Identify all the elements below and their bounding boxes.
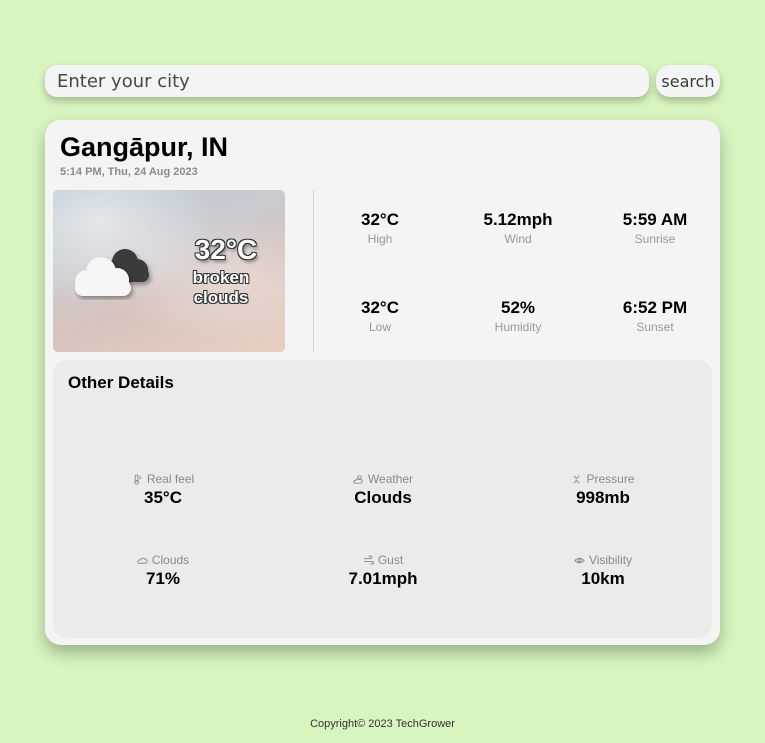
stat-label: Wind bbox=[504, 232, 532, 246]
stat-value: 32°C bbox=[361, 298, 399, 317]
stat-value: 6:52 PM bbox=[622, 298, 688, 317]
stat-sunset: 6:52 PM Sunset bbox=[600, 298, 710, 334]
detail-label: Weather bbox=[367, 472, 414, 486]
wind-icon bbox=[363, 554, 374, 565]
stat-label: Sunrise bbox=[634, 232, 676, 246]
current-temperature: 32°C bbox=[194, 234, 258, 265]
search-button[interactable]: search bbox=[656, 65, 720, 97]
detail-real-feel: Real feel 35°C bbox=[83, 472, 243, 508]
city-name: Gangāpur, IN bbox=[60, 132, 229, 162]
detail-value: 10km bbox=[581, 569, 625, 588]
other-details-panel: Other Details Real feel 35°C Weather Clo… bbox=[53, 360, 712, 638]
stat-value: 32°C bbox=[361, 210, 399, 229]
detail-weather: Weather Clouds bbox=[303, 472, 463, 508]
stat-label: High bbox=[367, 232, 393, 246]
detail-gust: Gust 7.01mph bbox=[303, 553, 463, 589]
stat-label: Sunset bbox=[636, 320, 674, 334]
eye-icon bbox=[574, 557, 585, 563]
footer-copyright: Copyright© 2023 TechGrower bbox=[310, 718, 455, 730]
detail-value: 71% bbox=[145, 569, 181, 588]
weather-description: broken clouds bbox=[192, 268, 250, 307]
detail-value: 7.01mph bbox=[348, 569, 418, 588]
detail-label: Clouds bbox=[151, 553, 190, 567]
detail-clouds: Clouds 71% bbox=[83, 553, 243, 589]
detail-value: 998mb bbox=[576, 488, 630, 507]
stat-low: 32°C Low bbox=[325, 298, 435, 334]
search-bar bbox=[45, 65, 649, 97]
stat-humidity: 52% Humidity bbox=[463, 298, 573, 334]
detail-label: Visibility bbox=[588, 553, 633, 567]
stat-label: Humidity bbox=[494, 320, 542, 334]
stat-value: 5:59 AM bbox=[622, 210, 688, 229]
stat-value: 5.12mph bbox=[483, 210, 553, 229]
weather-card: Gangāpur, IN 5:14 PM, Thu, 24 Aug 2023 3… bbox=[45, 120, 720, 645]
stat-label: Low bbox=[368, 320, 391, 334]
other-details-title: Other Details bbox=[68, 373, 174, 392]
detail-label: Real feel bbox=[146, 472, 195, 486]
stat-value: 52% bbox=[500, 298, 536, 317]
stat-high: 32°C High bbox=[325, 210, 435, 246]
stat-sunrise: 5:59 AM Sunrise bbox=[600, 210, 710, 246]
sun-cloud-icon bbox=[353, 474, 363, 484]
thermometer-icon bbox=[134, 473, 141, 485]
detail-value: Clouds bbox=[354, 488, 412, 507]
broken-clouds-icon bbox=[75, 249, 149, 296]
current-weather-panel: 32°C broken clouds bbox=[53, 190, 285, 352]
detail-value: 35°C bbox=[144, 488, 182, 507]
cloud-icon bbox=[137, 557, 148, 564]
local-datetime: 5:14 PM, Thu, 24 Aug 2023 bbox=[60, 166, 198, 178]
vertical-divider bbox=[313, 190, 314, 352]
detail-label: Gust bbox=[377, 553, 404, 567]
detail-visibility: Visibility 10km bbox=[523, 553, 683, 589]
detail-pressure: Pressure 998mb bbox=[523, 472, 683, 508]
detail-label: Pressure bbox=[586, 472, 635, 486]
stat-wind: 5.12mph Wind bbox=[463, 210, 573, 246]
city-search-input[interactable] bbox=[57, 70, 649, 92]
pressure-icon bbox=[573, 475, 581, 483]
